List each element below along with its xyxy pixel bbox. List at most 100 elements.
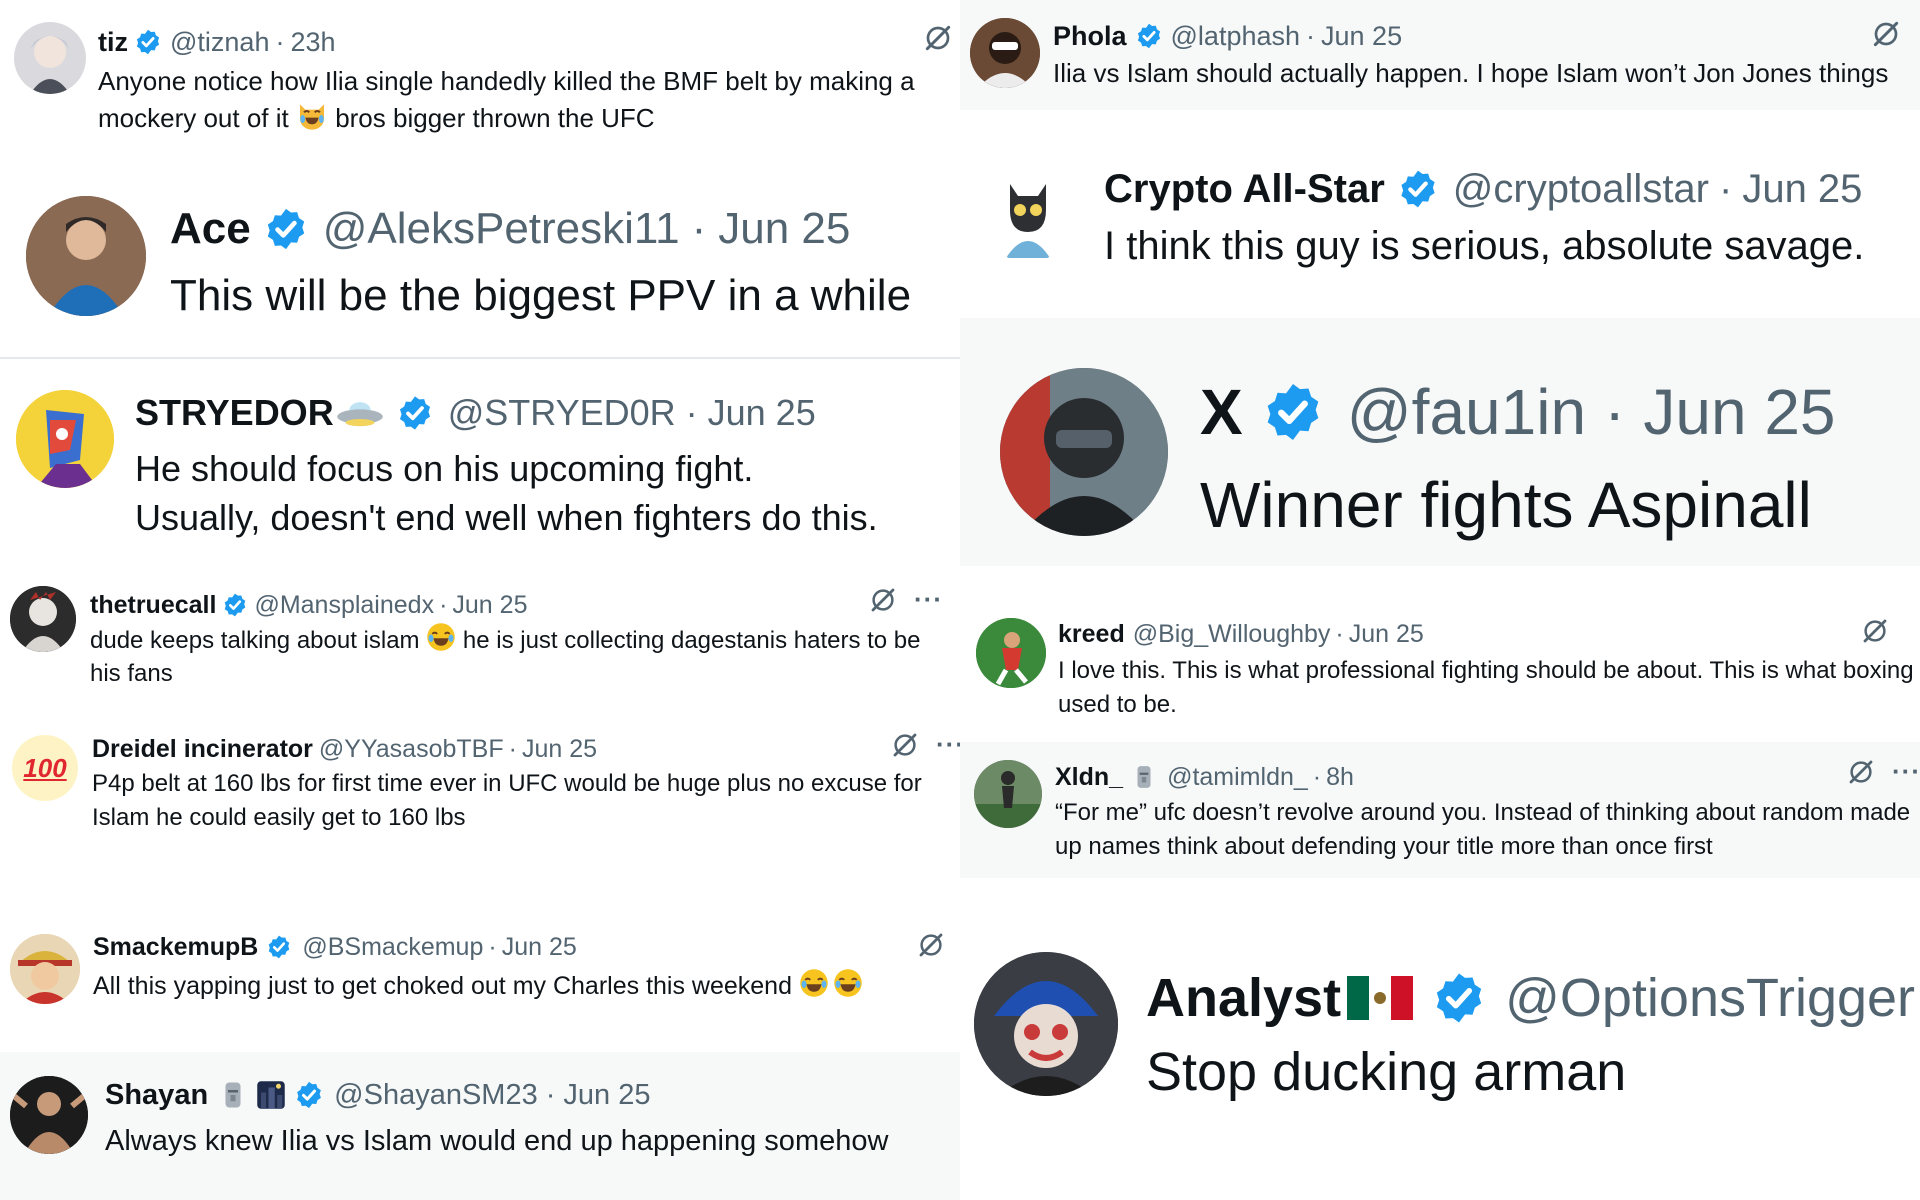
divider [0,357,960,359]
author-handle[interactable]: @latphash [1171,22,1301,50]
post-thetruecall[interactable]: thetruecall @Mansplainedx · Jun 25 ··· d… [0,570,960,710]
post-date[interactable]: Jun 25 [1321,22,1402,50]
separator: · [691,204,707,253]
verified-badge-icon [1431,970,1487,1026]
author-handle[interactable]: @AleksPetreski11 [323,207,680,251]
moai-emoji-icon [218,1080,248,1110]
post-text: He should focus on his upcoming fight. U… [135,448,878,538]
separator: · [275,26,285,57]
author-handle[interactable]: @cryptoallstar [1453,169,1709,209]
post-date[interactable]: 23h [290,28,335,56]
grok-icon[interactable] [868,585,898,615]
grok-icon[interactable] [922,22,954,54]
author-name[interactable]: X [1200,380,1243,444]
author-handle[interactable]: @tiznah [170,28,269,56]
avatar[interactable] [10,1076,88,1154]
author-handle[interactable]: @Big_Willoughby [1133,622,1331,647]
post-tiz[interactable]: tiz @tiznah · 23h Anyone notice how Ilia… [0,0,960,155]
separator: · [488,932,497,961]
post-date[interactable]: Jun 25 [718,207,850,251]
grok-icon[interactable] [1860,616,1890,646]
avatar[interactable] [10,934,80,1004]
avatar[interactable] [976,618,1046,688]
avatar[interactable] [980,166,1076,262]
post-date[interactable]: Jun 25 [502,934,577,960]
moai-emoji-icon [1131,764,1157,790]
avatar[interactable] [974,760,1042,828]
more-icon[interactable]: ··· [914,584,943,615]
avatar[interactable] [970,18,1040,88]
author-name[interactable]: SmackemupB [93,934,258,960]
post-text: P4p belt at 160 lbs for first time ever … [92,770,922,831]
author-name[interactable]: Phola [1053,22,1127,50]
avatar[interactable] [16,390,114,488]
post-date[interactable]: Jun 25 [563,1080,650,1110]
author-handle[interactable]: @YYasasobTBF [319,737,504,762]
post-smackemupb[interactable]: SmackemupB @BSmackemup · Jun 25 All this… [0,920,960,1048]
more-icon[interactable]: ··· [936,729,960,760]
tears-of-joy-emoji-icon [426,622,456,652]
grok-icon[interactable] [1870,18,1902,50]
post-phola[interactable]: Phola @latphash · Jun 25 Ilia vs Islam s… [960,0,1920,110]
grok-icon[interactable] [1846,757,1876,787]
author-handle[interactable]: @ShayanSM23 [334,1080,538,1110]
post-kreed[interactable]: kreed @Big_Willoughby · Jun 25 I love th… [960,600,1920,740]
post-text: Ilia vs Islam should actually happen. I … [1053,58,1889,88]
verified-badge-icon [266,934,292,960]
author-name[interactable]: Ace [170,207,251,251]
author-name[interactable]: tiz [98,28,128,56]
night-city-emoji-icon [256,1080,286,1110]
author-name[interactable]: Xldn_ [1055,764,1123,790]
avatar[interactable] [26,196,146,316]
post-date[interactable]: Jun 25 [1742,169,1862,209]
post-date[interactable]: Jun 25 [452,592,527,618]
separator: · [1312,762,1322,791]
post-date[interactable]: Jun 25 [1643,380,1835,444]
post-date[interactable]: Jun 25 [708,395,816,431]
avatar[interactable] [974,952,1118,1096]
author-name[interactable]: STRYEDOR [135,395,334,431]
author-handle[interactable]: @STRYED0R [448,395,676,431]
author-name[interactable]: thetruecall [90,592,216,618]
author-name[interactable]: Shayan [105,1080,208,1110]
author-handle[interactable]: @OptionsTrigger [1505,971,1915,1025]
author-name[interactable]: Analyst [1146,971,1341,1025]
author-name[interactable]: kreed [1058,622,1125,647]
avatar[interactable] [14,22,86,94]
author-handle[interactable]: @Mansplainedx [254,592,434,618]
post-text: “For me” ufc doesn’t revolve around you.… [1055,799,1911,860]
post-analyst[interactable]: Analyst @OptionsTrigger Stop ducking arm… [960,930,1920,1130]
verified-badge-icon [134,28,162,56]
post-x-fau1in[interactable]: X @fau1in · Jun 25 Winner fights Aspinal… [960,318,1920,566]
post-crypto-allstar[interactable]: Crypto All-Star @cryptoallstar · Jun 25 … [960,110,1920,318]
separator: · [1306,20,1316,51]
post-date[interactable]: Jun 25 [1349,622,1424,647]
verified-badge-icon [294,1080,324,1110]
avatar[interactable] [10,586,76,652]
author-handle[interactable]: @fau1in [1347,380,1586,444]
verified-badge-icon [1135,22,1163,50]
post-xldn[interactable]: Xldn_ @tamimldn_ · 8h ··· “For me” ufc d… [960,742,1920,878]
separator: · [1719,167,1733,211]
post-text: I love this. This is what professional f… [1058,657,1914,718]
verified-badge-icon [1397,168,1439,210]
grok-icon[interactable] [916,930,946,960]
more-icon[interactable]: ··· [1892,756,1920,787]
avatar[interactable] [1000,368,1168,536]
author-name[interactable]: Crypto All-Star [1104,169,1385,209]
hundred-points-emoji-icon: 100 [23,752,67,783]
author-name[interactable]: Dreidel incinerator [92,737,313,762]
author-handle[interactable]: @tamimldn_ [1167,764,1308,790]
post-date[interactable]: 8h [1326,764,1354,790]
author-handle[interactable]: @BSmackemup [302,934,483,960]
post-ace[interactable]: Ace @AleksPetreski11 · Jun 25 This will … [0,160,960,356]
grok-icon[interactable] [890,730,920,760]
post-stryedor[interactable]: STRYEDOR @STRYED0R · Jun 25 He should fo… [0,360,960,560]
post-shayan[interactable]: Shayan @ShayanSM23 · Jun 25 Always knew … [0,1052,960,1200]
separator: · [439,590,448,619]
post-text: dude keeps talking about islam he is jus… [90,622,950,690]
post-date[interactable]: Jun 25 [522,737,597,762]
post-dreidel[interactable]: 100 Dreidel incinerator @YYasasobTBF · J… [0,715,960,885]
avatar[interactable]: 100 [12,735,78,801]
separator: · [545,1078,556,1111]
